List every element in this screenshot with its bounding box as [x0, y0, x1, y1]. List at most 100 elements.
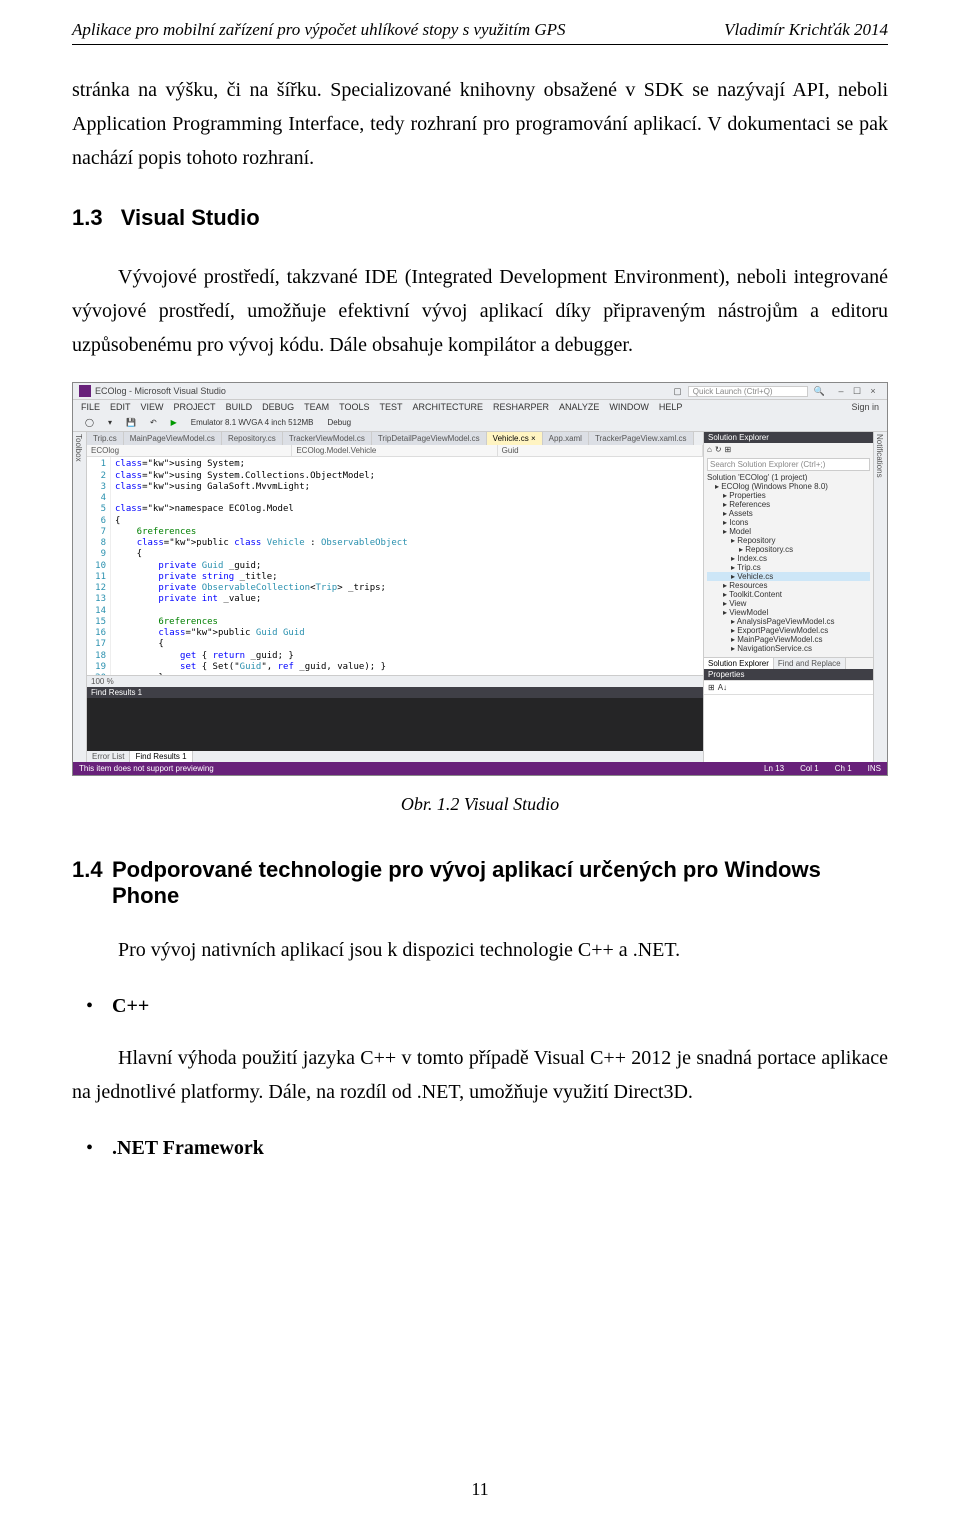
maximize-icon[interactable]: ☐ — [852, 386, 862, 397]
tab-trip[interactable]: Trip.cs — [87, 432, 124, 445]
dd-class[interactable]: ECOlog.Model.Vehicle — [292, 445, 497, 456]
tab-find-results[interactable]: Find Results 1 — [130, 751, 192, 762]
solexp-panel-tabs: Solution Explorer Find and Replace — [704, 657, 873, 669]
tab-error-list[interactable]: Error List — [87, 751, 130, 762]
tree-node[interactable]: ▸ Vehicle.cs — [707, 572, 870, 581]
properties-body: ⊞ A↓ — [704, 680, 873, 762]
solexp-refresh-icon[interactable]: ↻ — [715, 445, 722, 454]
vs-zoom[interactable]: 100 % — [87, 675, 703, 687]
section-1-3-number: 1.3 — [72, 205, 103, 230]
vs-nav-dropdowns: ECOlog ECOlog.Model.Vehicle Guid — [87, 445, 703, 457]
section-1-4-title: Podporované technologie pro vývoj aplika… — [112, 857, 888, 909]
bullet-dotnet-label: .NET Framework — [112, 1137, 264, 1159]
vs-code-editor[interactable]: 12345678910111213141516171819202122 clas… — [87, 457, 703, 675]
vs-screenshot: ECOlog - Microsoft Visual Studio ▢ Quick… — [72, 382, 888, 776]
prop-cat-icon[interactable]: ⊞ — [708, 683, 715, 692]
tree-node[interactable]: ▸ Repository — [707, 536, 870, 545]
menu-debug[interactable]: DEBUG — [262, 402, 294, 412]
menu-architecture[interactable]: ARCHITECTURE — [412, 402, 483, 412]
section-1-3-heading: 1.3 Visual Studio — [72, 199, 888, 236]
tree-node[interactable]: ▸ Repository.cs — [707, 545, 870, 554]
tb-run-icon[interactable]: ▶ — [167, 416, 181, 429]
vs-search-icon[interactable]: 🔍 — [814, 386, 825, 397]
vs-signin[interactable]: Sign in — [851, 402, 879, 412]
solexp-tree[interactable]: Solution 'ECOlog' (1 project)▸ ECOlog (W… — [704, 471, 873, 657]
tab-vehicle[interactable]: Vehicle.cs × — [487, 432, 543, 445]
tree-node[interactable]: ▸ Model — [707, 527, 870, 536]
pt-findreplace[interactable]: Find and Replace — [774, 658, 846, 669]
minimize-icon[interactable]: – — [836, 386, 846, 396]
solexp-home-icon[interactable]: ⌂ — [707, 445, 712, 454]
vs-statusbar: This item does not support previewing Ln… — [73, 762, 887, 775]
tb-undo-icon[interactable]: ↶ — [146, 416, 161, 429]
tree-node[interactable]: ▸ ExportPageViewModel.cs — [707, 626, 870, 635]
menu-analyze[interactable]: ANALYZE — [559, 402, 599, 412]
section-1-4-heading: 1.4 Podporované technologie pro vývoj ap… — [72, 857, 888, 909]
tab-repository[interactable]: Repository.cs — [222, 432, 283, 445]
solexp-showall-icon[interactable]: ⊞ — [725, 445, 732, 454]
tree-node[interactable]: ▸ ViewModel — [707, 608, 870, 617]
tree-node[interactable]: ▸ Resources — [707, 581, 870, 590]
vs-sidebar-left[interactable]: Toolbox — [73, 432, 87, 762]
tb-back-icon[interactable]: ◯ — [81, 416, 98, 429]
paragraph-3: Pro vývoj nativních aplikací jsou k disp… — [0, 933, 960, 967]
tab-trackervm[interactable]: TrackerViewModel.cs — [283, 432, 372, 445]
figure-caption: Obr. 1.2 Visual Studio — [0, 794, 960, 815]
tree-node[interactable]: ▸ Trip.cs — [707, 563, 870, 572]
prop-az-icon[interactable]: A↓ — [718, 683, 727, 692]
tb-config[interactable]: Debug — [324, 416, 356, 429]
tree-node[interactable]: ▸ View — [707, 599, 870, 608]
vs-bottom-tabs: Error List Find Results 1 — [87, 751, 703, 762]
bullet-cpp-label: C++ — [112, 995, 149, 1017]
tree-node[interactable]: ▸ ECOlog (Windows Phone 8.0) — [707, 482, 870, 491]
menu-view[interactable]: VIEW — [141, 402, 164, 412]
menu-help[interactable]: HELP — [659, 402, 683, 412]
tree-node[interactable]: ▸ MainPageViewModel.cs — [707, 635, 870, 644]
tree-node[interactable]: ▸ Properties — [707, 491, 870, 500]
dd-project[interactable]: ECOlog — [87, 445, 292, 456]
dd-member[interactable]: Guid — [498, 445, 703, 456]
vs-code-area[interactable]: class="kw">using System;class="kw">using… — [111, 457, 412, 675]
tree-node[interactable]: ▸ Toolkit.Content — [707, 590, 870, 599]
menu-tools[interactable]: TOOLS — [339, 402, 369, 412]
tree-node[interactable]: ▸ AnalysisPageViewModel.cs — [707, 617, 870, 626]
bullet-cpp: C++ — [0, 989, 960, 1023]
paragraph-4: Hlavní výhoda použití jazyka C++ v tomto… — [0, 1041, 960, 1109]
vs-sidebar-right[interactable]: Notifications — [873, 432, 887, 762]
menu-edit[interactable]: EDIT — [110, 402, 131, 412]
menu-test[interactable]: TEST — [379, 402, 402, 412]
tree-node[interactable]: ▸ Assets — [707, 509, 870, 518]
tree-node[interactable]: ▸ Index.cs — [707, 554, 870, 563]
close-icon[interactable]: × — [868, 386, 878, 396]
tab-trackerpageview[interactable]: TrackerPageView.xaml.cs — [589, 432, 694, 445]
tree-node[interactable]: ▸ References — [707, 500, 870, 509]
menu-file[interactable]: FILE — [81, 402, 100, 412]
menu-resharper[interactable]: RESHARPER — [493, 402, 549, 412]
header-left: Aplikace pro mobilní zařízení pro výpoče… — [72, 20, 566, 40]
properties-toolbar: ⊞ A↓ — [704, 681, 873, 695]
sb-ch: Ch 1 — [835, 764, 852, 773]
vs-layout-icon[interactable]: ▢ — [673, 386, 682, 397]
tree-node[interactable]: ▸ NavigationService.cs — [707, 644, 870, 653]
tab-close-icon[interactable]: × — [531, 434, 536, 443]
tab-appxaml[interactable]: App.xaml — [543, 432, 589, 445]
pt-solexp[interactable]: Solution Explorer — [704, 658, 774, 669]
vs-quick-launch[interactable]: Quick Launch (Ctrl+Q) — [688, 386, 808, 397]
solexp-search[interactable]: Search Solution Explorer (Ctrl+;) — [707, 458, 870, 471]
menu-build[interactable]: BUILD — [226, 402, 253, 412]
bullet-dotnet: .NET Framework — [0, 1131, 960, 1165]
tree-node[interactable]: ▸ Icons — [707, 518, 870, 527]
menu-team[interactable]: TEAM — [304, 402, 329, 412]
tb-save-icon[interactable]: 💾 — [122, 416, 140, 429]
menu-project[interactable]: PROJECT — [174, 402, 216, 412]
tree-node[interactable]: Solution 'ECOlog' (1 project) — [707, 473, 870, 482]
menu-window[interactable]: WINDOW — [609, 402, 649, 412]
tab-mainpagevm[interactable]: MainPageViewModel.cs — [124, 432, 222, 445]
vs-solution-explorer: Solution Explorer ⌂ ↻ ⊞ Search Solution … — [703, 432, 873, 762]
vs-editor-tabs: Trip.cs MainPageViewModel.cs Repository.… — [87, 432, 703, 445]
tab-tripdetailvm[interactable]: TripDetailPageViewModel.cs — [372, 432, 487, 445]
tb-open-icon[interactable]: ▾ — [104, 416, 116, 429]
page-number: 11 — [0, 1479, 960, 1500]
tb-emulator[interactable]: Emulator 8.1 WVGA 4 inch 512MB — [187, 416, 318, 429]
section-1-3-title: Visual Studio — [121, 205, 260, 230]
